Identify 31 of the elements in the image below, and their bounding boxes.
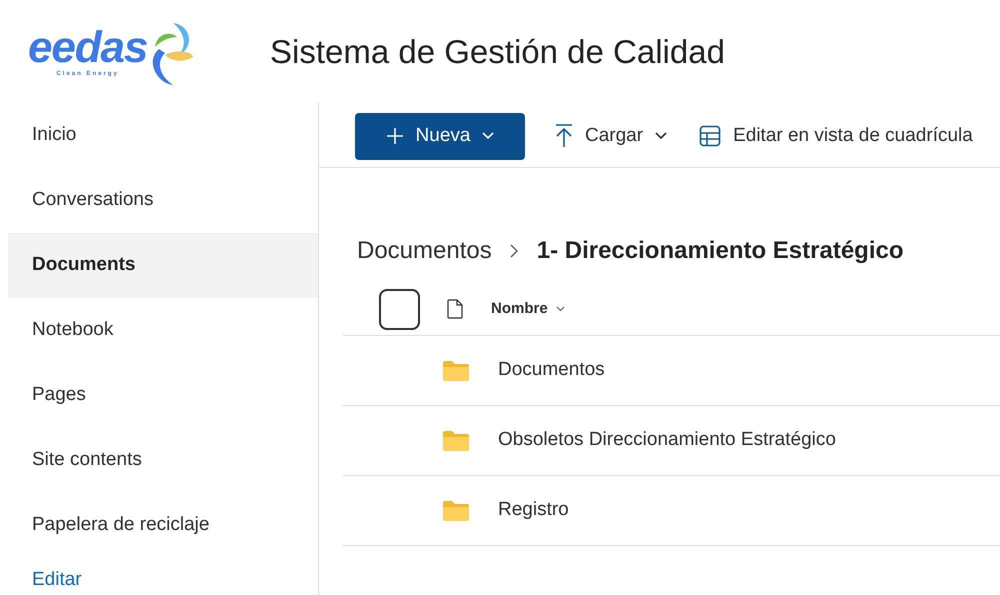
- breadcrumb-current: 1- Direccionamiento Estratégico: [536, 236, 904, 266]
- nav-item[interactable]: Conversations: [8, 168, 318, 233]
- breadcrumb-link[interactable]: Documentos: [357, 233, 492, 269]
- folder-icon: [442, 360, 470, 382]
- folder-icon: [442, 430, 470, 452]
- select-all-checkbox[interactable]: [379, 288, 420, 330]
- table-icon: [699, 125, 722, 147]
- new-button[interactable]: Nueva: [355, 112, 525, 160]
- chevron-right-icon: [510, 244, 519, 258]
- plus-icon: [386, 127, 404, 145]
- folder-name-link[interactable]: Obsoletos Direccionamiento Estratégico: [498, 426, 836, 455]
- nav-item[interactable]: Papelera de reciclaje: [8, 493, 318, 558]
- chevron-down-icon: [482, 132, 494, 140]
- folder-icon: [442, 500, 470, 522]
- folder-name-link[interactable]: Documentos: [498, 356, 605, 385]
- nav-item[interactable]: Notebook: [8, 298, 318, 363]
- nav-item[interactable]: Site contents: [8, 428, 318, 493]
- file-type-icon: [447, 299, 463, 319]
- site-title: Sistema de Gestión de Calidad: [270, 32, 725, 72]
- logo-wordmark: eedas: [28, 26, 148, 70]
- sort-caret-icon: [556, 306, 565, 312]
- nav-item[interactable]: Pages: [8, 363, 318, 428]
- nav-item[interactable]: Documents: [8, 233, 318, 298]
- column-header[interactable]: Nombre: [491, 298, 565, 320]
- upload-button[interactable]: Cargar: [555, 122, 668, 150]
- edit-link[interactable]: Editar: [8, 558, 318, 594]
- folder-name-link[interactable]: Registro: [498, 496, 569, 525]
- grid-view-button[interactable]: Editar en vista de cuadrícula: [699, 122, 973, 150]
- chevron-down-icon: [655, 132, 668, 140]
- nav-item[interactable]: Inicio: [8, 103, 318, 168]
- upload-icon: [555, 124, 573, 148]
